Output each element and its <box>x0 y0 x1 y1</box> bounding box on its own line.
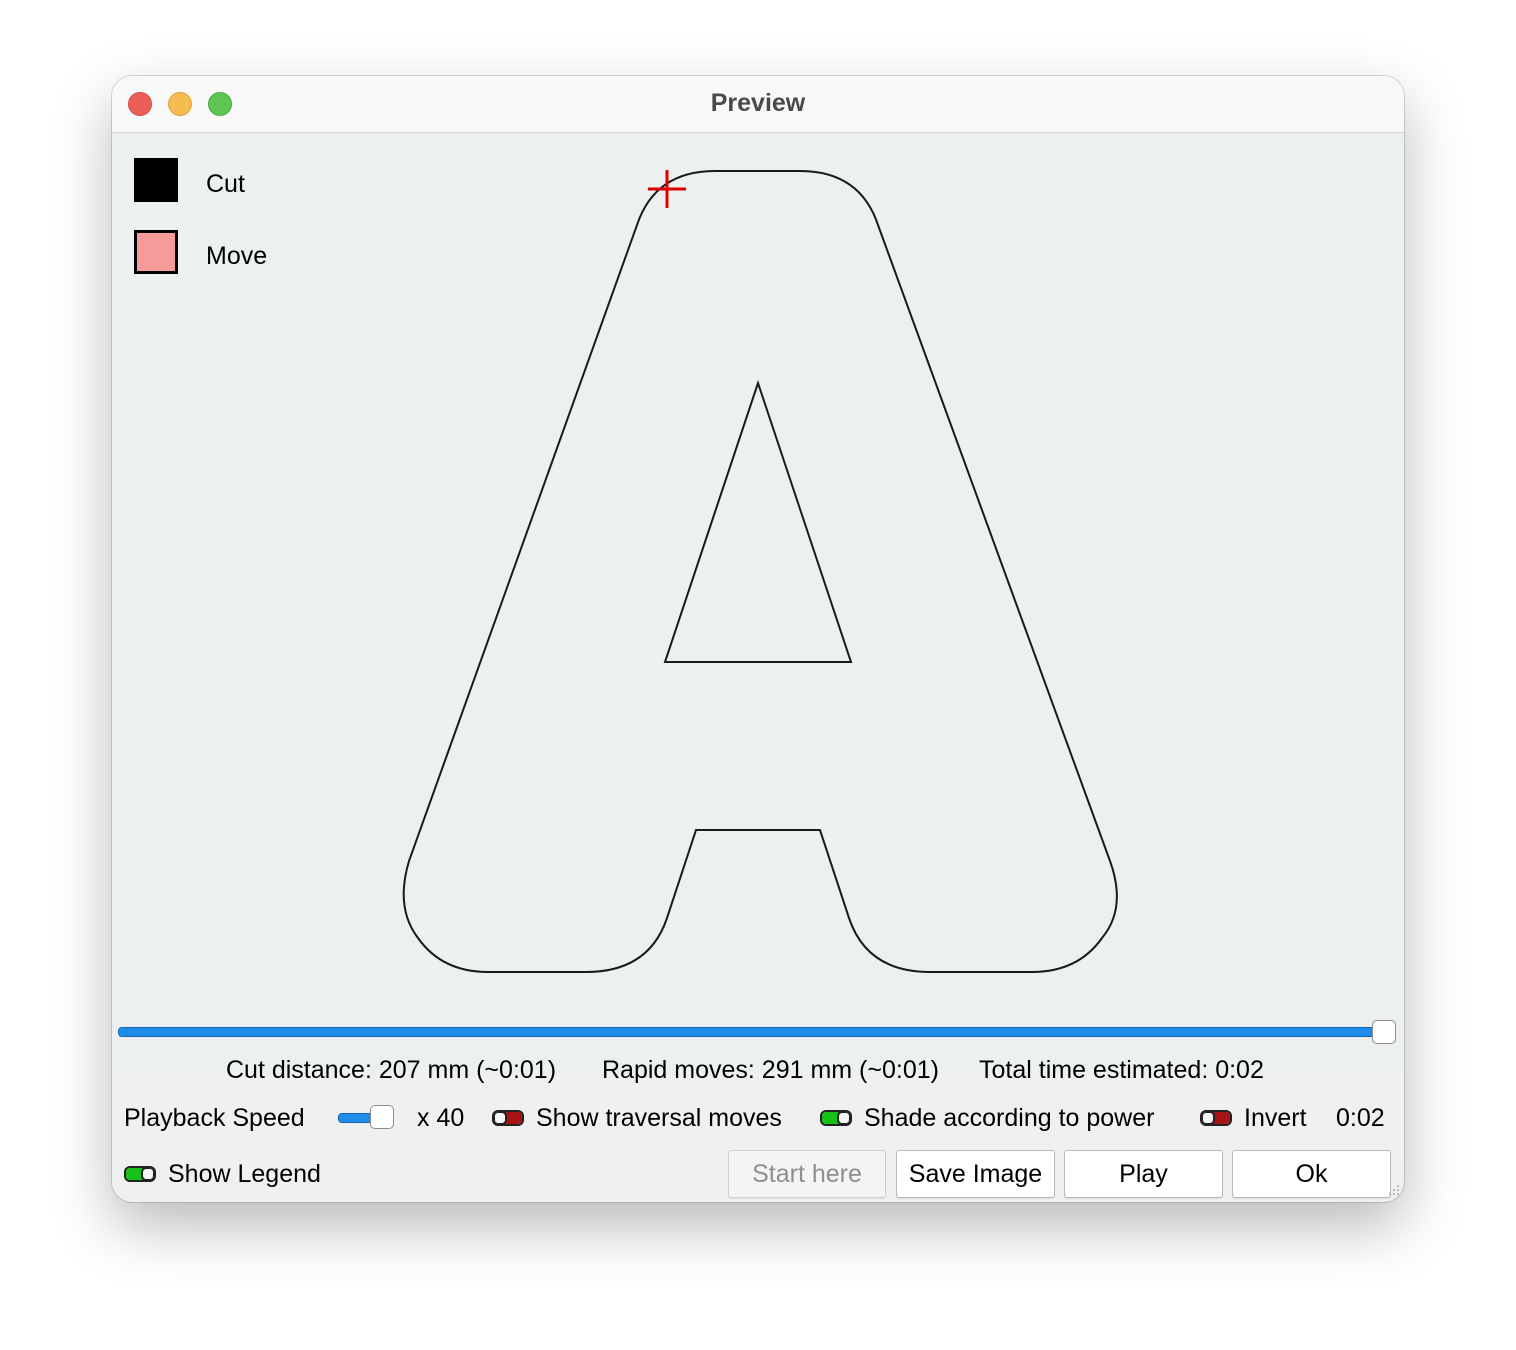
show-traversal-toggle[interactable] <box>492 1110 524 1126</box>
playback-speed-label: Playback Speed <box>124 1104 305 1132</box>
elapsed-time: 0:02 <box>1336 1104 1385 1132</box>
ok-button[interactable]: Ok <box>1232 1150 1391 1198</box>
window-title: Preview <box>710 89 806 117</box>
title-bar[interactable]: Preview <box>112 76 1404 133</box>
cut-distance-text: Cut distance: 207 mm (~0:01) <box>226 1056 557 1084</box>
preview-window: Preview Cut Move Cut distance: 207 mm (~… <box>112 76 1404 1202</box>
playback-progress-slider[interactable] <box>118 1020 1398 1044</box>
rapid-moves-text: Rapid moves: 291 mm (~0:01) <box>602 1056 939 1084</box>
save-image-button[interactable]: Save Image <box>896 1150 1055 1198</box>
play-button[interactable]: Play <box>1064 1150 1223 1198</box>
show-traversal-label[interactable]: Show traversal moves <box>536 1104 782 1133</box>
toolpath-drawing <box>402 170 1118 973</box>
progress-thumb[interactable] <box>1372 1020 1396 1044</box>
speed-thumb[interactable] <box>370 1105 394 1129</box>
outer-cut-path <box>402 170 1118 973</box>
invert-label[interactable]: Invert <box>1244 1104 1307 1133</box>
shade-power-toggle[interactable] <box>820 1110 852 1126</box>
speed-multiplier: x 40 <box>417 1104 465 1132</box>
start-here-button[interactable]: Start here <box>728 1150 886 1198</box>
inner-cut-path <box>663 379 853 663</box>
progress-track <box>118 1027 1386 1037</box>
shade-power-label[interactable]: Shade according to power <box>864 1104 1154 1133</box>
invert-toggle[interactable] <box>1200 1110 1232 1126</box>
playback-speed-slider[interactable] <box>338 1105 396 1131</box>
show-legend-label[interactable]: Show Legend <box>168 1160 321 1189</box>
preview-canvas[interactable]: Cut Move <box>112 133 1404 1076</box>
show-legend-toggle[interactable] <box>124 1166 156 1182</box>
resize-grip-icon[interactable] <box>1386 1184 1400 1198</box>
total-time-text: Total time estimated: 0:02 <box>979 1056 1264 1084</box>
